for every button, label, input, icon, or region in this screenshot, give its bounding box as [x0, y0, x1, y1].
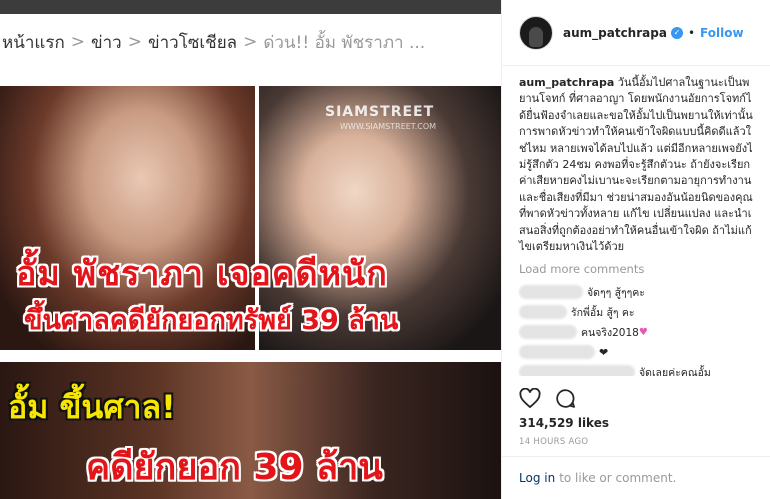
comment-item: จัดๆๆ สู้ๆๆคะ: [519, 282, 753, 302]
comment-item: จัดเลยค่ะคุณอั้ม: [519, 362, 753, 376]
like-count[interactable]: 314,529 likes: [519, 416, 609, 430]
pink-heart-icon: ♥: [638, 326, 648, 338]
timestamp: 14 HOURS AGO: [519, 437, 589, 447]
login-link[interactable]: Log in: [519, 471, 555, 485]
headline-court: อั้ม ขึ้นศาล!: [8, 388, 176, 426]
caption-text: วันนี้อั้มไปศาลในฐานะเป็นพยานโจทก์ ที่ศา…: [519, 76, 753, 254]
breadcrumb-separator: >: [243, 32, 258, 52]
header-username[interactable]: aum_patchrapa: [563, 26, 667, 40]
breadcrumb-social-news: ข่าวโซเชียล: [147, 32, 238, 53]
comment-item: ❤: [519, 342, 753, 362]
headline-sub: ขึ้นศาลคดียักยอกทรัพย์ 39 ล้าน: [24, 305, 399, 336]
avatar[interactable]: [519, 15, 553, 50]
comments-list: aum_patchrapa วันนี้อั้มไปศาลในฐานะเป็นพ…: [502, 66, 770, 376]
blurred-username[interactable]: [519, 345, 595, 360]
avatar-silhouette: [529, 26, 543, 47]
load-more-comments[interactable]: Load more comments: [519, 262, 753, 276]
breadcrumb-article: ด่วน!! อั้ม พัชราภา ...: [263, 32, 426, 53]
login-prompt: Log in to like or comment.: [502, 456, 770, 499]
breadcrumb-news: ข่าว: [91, 32, 122, 53]
browser-top-bar: [0, 0, 501, 14]
blurred-username[interactable]: [519, 285, 583, 300]
post-sidebar: aum_patchrapa ✓ • Follow aum_patchrapa ว…: [501, 0, 770, 499]
blurred-username[interactable]: [519, 365, 635, 376]
login-prompt-text: to like or comment.: [559, 471, 677, 485]
blurred-username[interactable]: [519, 305, 567, 320]
caption: aum_patchrapa วันนี้อั้มไปศาลในฐานะเป็นพ…: [519, 75, 753, 255]
watermark: SIAMSTREET: [325, 104, 435, 120]
comment-item: คนจริง2018 ♥: [519, 322, 753, 342]
blurred-username[interactable]: [519, 325, 577, 340]
post-image[interactable]: หน้าแรก > ข่าว > ข่าวโซเชียล > ด่วน!! อั…: [0, 0, 501, 499]
breadcrumb: หน้าแรก > ข่าว > ข่าวโซเชียล > ด่วน!! อั…: [0, 14, 501, 70]
header-separator: •: [687, 25, 696, 40]
headline-case: คดียักยอก 39 ล้าน: [86, 447, 383, 488]
black-heart-icon: ❤: [599, 345, 609, 359]
photo-divider-horizontal: [0, 350, 501, 362]
comment-icon[interactable]: [555, 388, 576, 409]
heart-icon[interactable]: [519, 388, 541, 409]
comment-item: รักพี่อั้ม สู้ๆ คะ: [519, 302, 753, 322]
follow-button[interactable]: Follow: [700, 26, 744, 40]
watermark-url: WWW.SIAMSTREET.COM: [340, 122, 437, 131]
post-actions: [519, 388, 576, 409]
comment-text: จัดเลยค่ะคุณอั้ม: [639, 366, 711, 376]
headline-main: อั้ม พัชราภา เจอคดีหนัก: [16, 254, 388, 294]
caption-username[interactable]: aum_patchrapa: [519, 76, 614, 89]
comment-text: รักพี่อั้ม สู้ๆ คะ: [571, 306, 635, 319]
verified-badge-icon: ✓: [670, 26, 683, 39]
comment-text: จัดๆๆ สู้ๆๆคะ: [587, 286, 645, 299]
breadcrumb-separator: >: [70, 32, 86, 52]
post-header: aum_patchrapa ✓ • Follow: [502, 0, 770, 66]
breadcrumb-separator: >: [127, 32, 142, 52]
image-spacer: [0, 70, 501, 86]
comment-text: คนจริง2018: [581, 326, 639, 339]
breadcrumb-home: หน้าแรก: [2, 32, 65, 53]
